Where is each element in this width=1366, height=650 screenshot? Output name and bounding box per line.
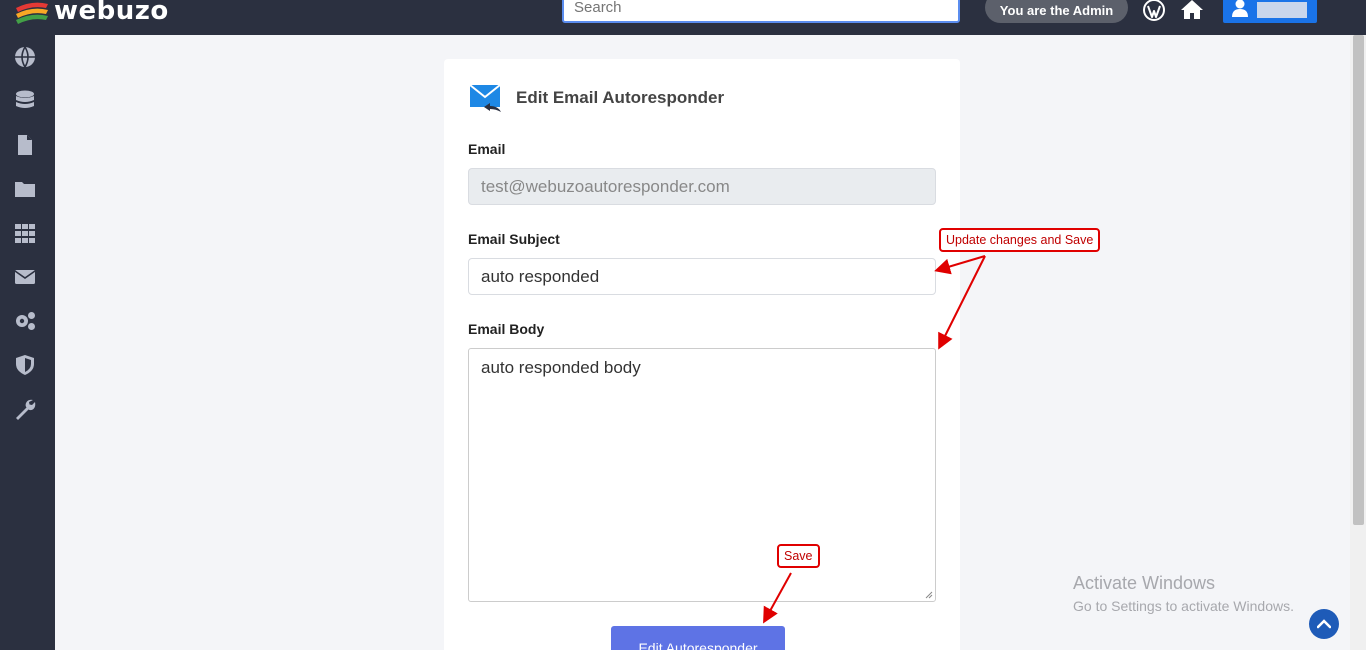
gears-icon[interactable] — [13, 309, 37, 333]
body-label: Email Body — [468, 321, 545, 337]
subject-input[interactable]: auto responded — [468, 258, 936, 295]
page-title: Edit Email Autoresponder — [516, 88, 725, 107]
user-menu-button[interactable] — [1223, 0, 1317, 23]
folder-icon[interactable] — [13, 177, 37, 201]
watermark-subtitle: Go to Settings to activate Windows. — [1073, 598, 1294, 614]
mail-reply-icon — [469, 84, 501, 112]
wordpress-icon[interactable] — [1142, 0, 1166, 22]
resize-grip-icon[interactable] — [925, 591, 933, 599]
sidebar — [0, 35, 55, 650]
wrench-icon[interactable] — [13, 397, 37, 421]
database-icon[interactable] — [13, 89, 37, 113]
subject-label: Email Subject — [468, 231, 560, 247]
email-field: test@webuzoautoresponder.com — [468, 168, 936, 205]
edit-autoresponder-button[interactable]: Edit Autoresponder — [611, 626, 785, 650]
envelope-icon[interactable] — [13, 265, 37, 289]
logo-text: webuzo — [54, 0, 169, 26]
admin-badge[interactable]: You are the Admin — [985, 0, 1128, 23]
email-label: Email — [468, 141, 506, 157]
back-to-top-button[interactable] — [1309, 609, 1339, 639]
search-input[interactable] — [562, 0, 960, 23]
body-text: auto responded body — [481, 358, 641, 377]
file-icon[interactable] — [13, 133, 37, 157]
edit-autoresponder-card: Edit Email Autoresponder Email test@webu… — [444, 59, 960, 650]
page-scrollbar[interactable] — [1350, 35, 1366, 650]
webuzo-logo[interactable]: webuzo — [12, 0, 169, 28]
home-icon[interactable] — [1180, 0, 1204, 22]
annotation-update-note: Update changes and Save — [939, 228, 1101, 252]
top-bar: webuzo You are the Admin — [0, 0, 1366, 35]
watermark-title: Activate Windows — [1073, 573, 1216, 593]
grid-icon[interactable] — [13, 221, 37, 245]
chevron-up-icon — [1317, 619, 1331, 629]
shield-icon[interactable] — [13, 353, 37, 377]
username-redacted — [1257, 2, 1307, 18]
scrollbar-thumb[interactable] — [1353, 35, 1364, 525]
user-icon — [1232, 0, 1248, 17]
globe-icon[interactable] — [13, 45, 37, 69]
body-textarea[interactable]: auto responded body — [468, 348, 936, 602]
annotation-save-note: Save — [777, 544, 820, 568]
webuzo-logo-mark — [16, 2, 48, 24]
